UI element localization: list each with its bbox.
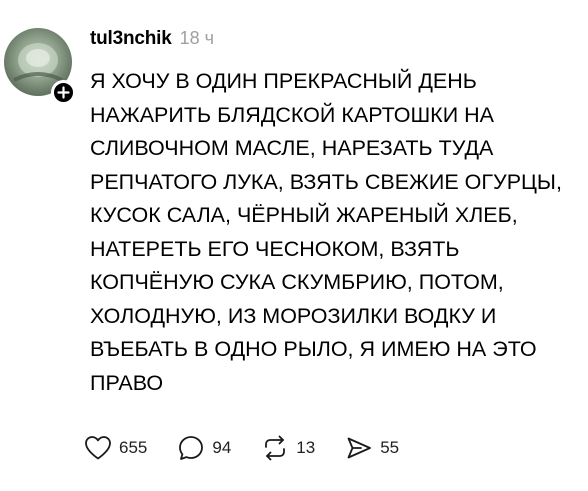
plus-icon (57, 86, 70, 99)
repost-count: 13 (296, 438, 316, 457)
heart-icon (85, 436, 111, 460)
share-button[interactable]: 55 (345, 434, 399, 462)
like-button[interactable]: 655 (84, 435, 147, 461)
avatar-container[interactable] (4, 28, 76, 105)
post-text-line: Я ХОЧУ В ОДИН ПРЕКРАСНЫЙ ДЕНЬ (90, 69, 477, 93)
post-header: tul3nchik 18 ч (90, 28, 214, 50)
send-icon (347, 437, 372, 459)
post-text-line: КУСОК САЛА, ЧЁРНЫЙ ЖАРЕНЫЙ ХЛЕБ, (90, 203, 518, 227)
post-text-line: ПРАВО (90, 370, 164, 395)
reply-button[interactable]: 94 (177, 434, 231, 462)
post-text-line: ВЪЕБАТЬ В ОДНО РЫЛО, Я ИМЕЮ НА ЭТО (90, 337, 537, 361)
post-text: Я ХОЧУ В ОДИН ПРЕКРАСНЫЙ ДЕНЬ НАЖАРИТЬ Б… (90, 65, 588, 400)
post-text-line: ХОЛОДНУЮ, ИЗ МОРОЗИЛКИ ВОДКУ И (90, 303, 497, 328)
like-count: 655 (119, 438, 148, 457)
post-time: 18 ч (179, 28, 215, 48)
speech-bubble-icon (179, 436, 204, 460)
repost-button[interactable]: 13 (261, 434, 315, 462)
reply-count: 94 (212, 438, 232, 457)
post-text-line: РЕПЧАТОГО ЛУКА, ВЗЯТЬ СВЕЖИЕ ОГУРЦЫ, (90, 169, 562, 194)
post-text-line: НАЖАРИТЬ БЛЯДСКОЙ КАРТОШКИ НА (90, 102, 494, 127)
post-text-line: СЛИВОЧНОМ МАСЛЕ, НАРЕЗАТЬ ТУДА (90, 136, 494, 160)
follow-button[interactable] (51, 80, 76, 105)
username[interactable]: tul3nchik (90, 28, 172, 50)
thread-post: tul3nchik 18 ч Я ХОЧУ В ОДИН ПРЕКРАСНЫЙ … (0, 0, 588, 491)
post-text-line: КОПЧЁНУЮ СУКА СКУМБРИЮ, ПОТОМ, (90, 270, 504, 294)
action-bar: 655 94 13 55 (84, 433, 429, 463)
share-count: 55 (380, 438, 400, 457)
post-text-line: НАТЕРЕТЬ ЕГО ЧЕСНОКОМ, ВЗЯТЬ (90, 236, 460, 261)
repost-arrows-icon (265, 435, 286, 461)
